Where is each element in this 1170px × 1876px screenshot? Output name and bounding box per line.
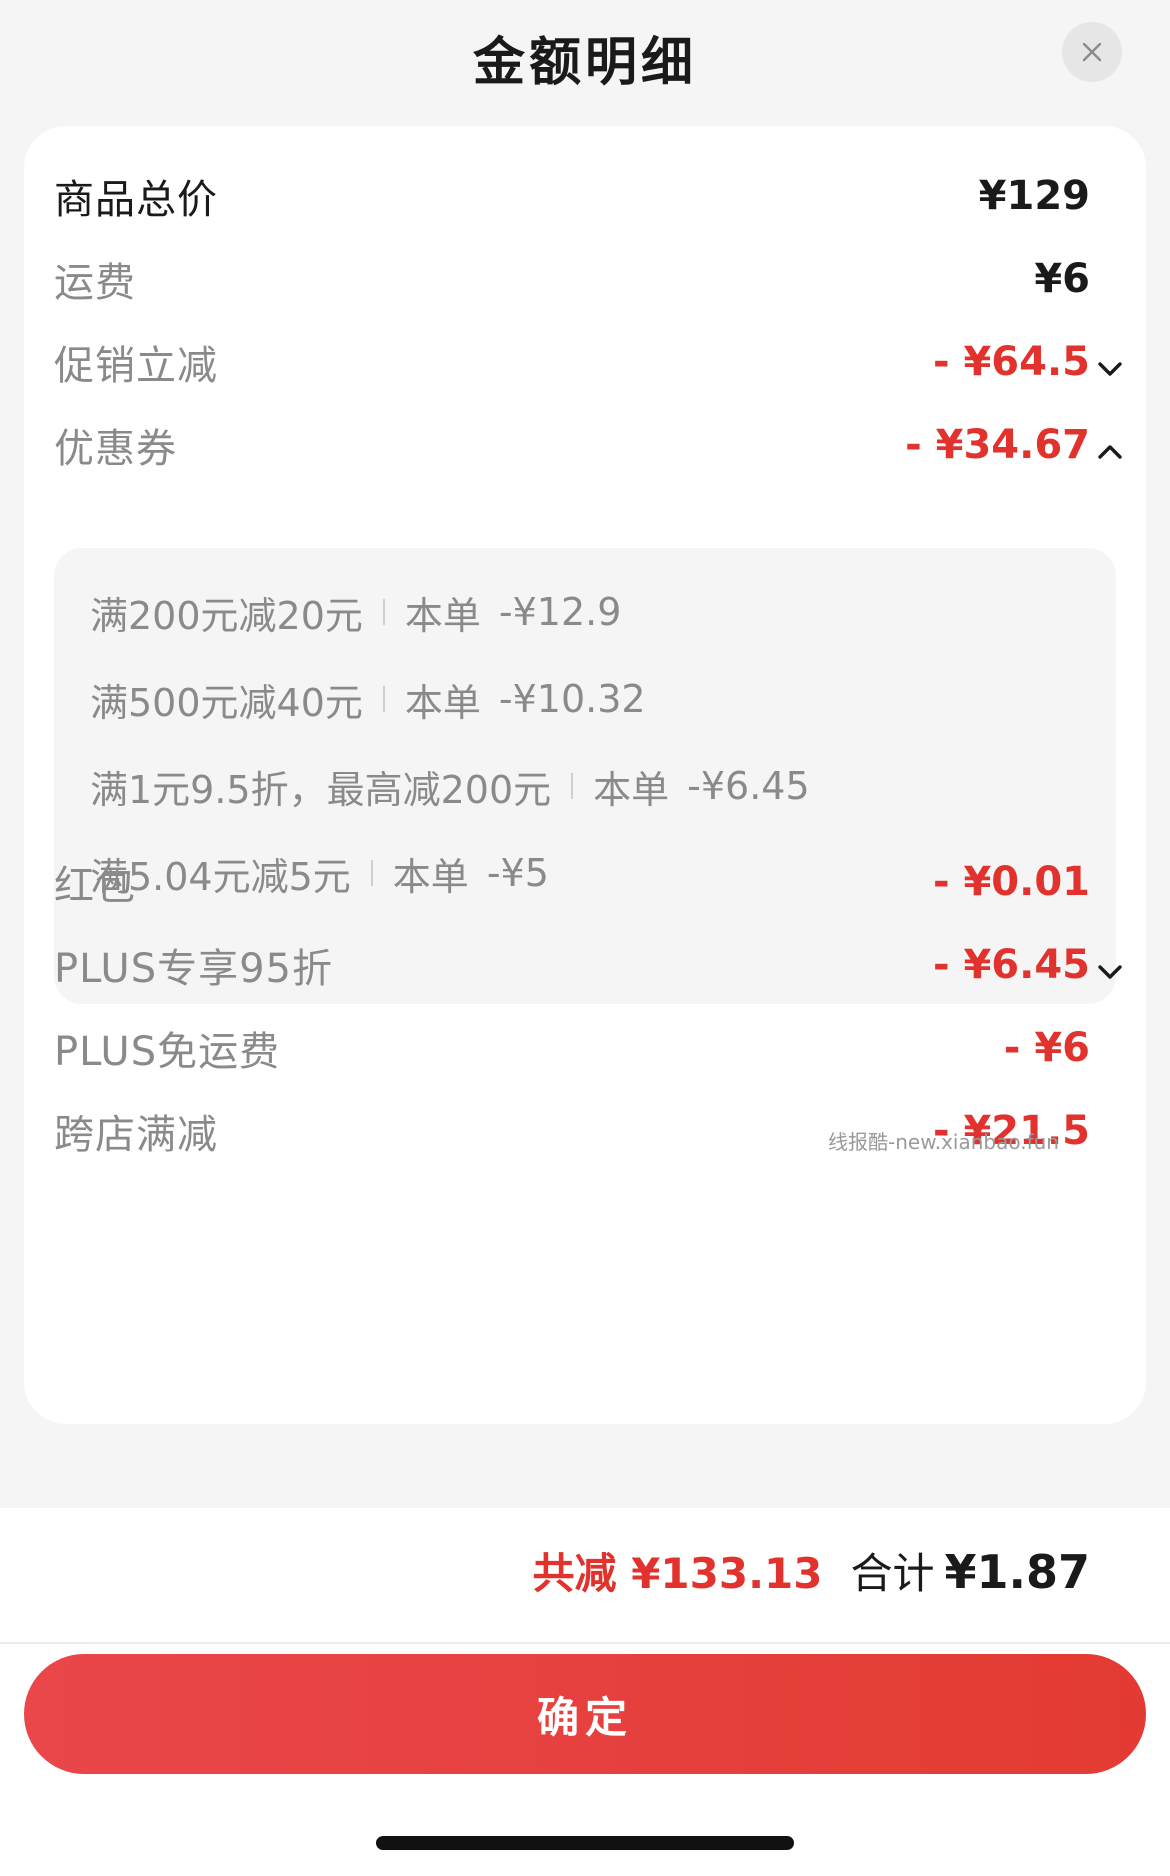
chevron-down-icon[interactable]: [1090, 952, 1130, 992]
plus-discount-amount: - ¥6.45: [932, 942, 1090, 988]
coupon-order-label: 本单: [593, 767, 670, 812]
promo-value: - ¥64.5: [932, 339, 1122, 385]
coupon-rule: 满200元减20元: [90, 593, 363, 638]
coupon-amount: -¥10.32: [498, 677, 646, 721]
close-icon: [1082, 42, 1102, 62]
chevron-down-icon[interactable]: [1090, 349, 1130, 389]
row-plus-discount[interactable]: PLUS专享95折 - ¥6.45: [54, 935, 1122, 995]
red-packet-value: - ¥0.01: [932, 859, 1090, 905]
goods-total-label: 商品总价: [54, 177, 218, 223]
total-saved: 共减 ¥133.13: [532, 1549, 823, 1598]
plus-shipping-label: PLUS免运费: [54, 1029, 281, 1075]
coupon-amount: -¥6.45: [687, 764, 810, 808]
row-coupon[interactable]: 优惠券 - ¥34.67: [54, 415, 1122, 475]
goods-total-value: ¥129: [978, 173, 1090, 219]
coupon-rule: 满500元减40元: [90, 680, 363, 725]
plus-discount-label: PLUS专享95折: [54, 946, 333, 992]
coupon-item: 满500元减40元 本单 -¥10.32: [90, 671, 646, 727]
home-indicator: [376, 1836, 794, 1850]
shipping-label: 运费: [54, 260, 136, 306]
summary-bar: 共减 ¥133.13 合计 ¥1.87: [0, 1508, 1170, 1644]
row-promo[interactable]: 促销立减 - ¥64.5: [54, 332, 1122, 392]
summary: 共减 ¥133.13 合计 ¥1.87: [533, 1540, 1090, 1601]
close-button[interactable]: [1062, 22, 1122, 82]
coupon-order-label: 本单: [404, 680, 481, 725]
total-value: ¥1.87: [944, 1545, 1090, 1599]
coupon-value: - ¥34.67: [905, 422, 1122, 468]
amount-detail-sheet: 金额明细 商品总价 ¥129 运费 ¥6 促销立减 - ¥64.5 优惠券 - …: [0, 0, 1170, 1876]
plus-discount-value: - ¥6.45: [932, 942, 1122, 988]
sheet-title: 金额明细: [472, 33, 697, 93]
coupon-order-label: 本单: [404, 593, 481, 638]
coupon-label: 优惠券: [54, 426, 177, 472]
row-red-packet: 红包 - ¥0.01: [54, 852, 1090, 912]
total-label: 合计: [850, 1549, 935, 1598]
coupon-item: 满200元减20元 本单 -¥12.9: [90, 584, 621, 640]
coupon-divider: [382, 599, 385, 625]
confirm-button[interactable]: 确定: [24, 1654, 1146, 1774]
coupon-divider: [571, 773, 574, 799]
promo-amount: - ¥64.5: [932, 339, 1090, 385]
coupon-amount: -¥12.9: [498, 590, 622, 634]
row-plus-shipping: PLUS免运费 - ¥6: [54, 1018, 1090, 1078]
plus-shipping-value: - ¥6: [1003, 1025, 1090, 1071]
coupon-amount: - ¥34.67: [905, 422, 1090, 468]
chevron-up-icon[interactable]: [1090, 432, 1130, 472]
coupon-rule: 满1元9.5折，最高减200元: [90, 767, 552, 812]
amount-card: 商品总价 ¥129 运费 ¥6 促销立减 - ¥64.5 优惠券 - ¥34.6…: [24, 126, 1146, 1424]
sheet-header: 金额明细: [0, 0, 1170, 125]
cross-store-label: 跨店满减: [54, 1112, 218, 1158]
row-shipping: 运费 ¥6: [54, 249, 1090, 309]
watermark-text: 线报酷-new.xianbao.fun: [828, 1130, 1059, 1154]
shipping-value: ¥6: [1034, 256, 1090, 302]
row-goods-total: 商品总价 ¥129: [54, 166, 1090, 226]
coupon-divider: [382, 686, 385, 712]
coupon-item: 满1元9.5折，最高减200元 本单 -¥6.45: [90, 758, 810, 814]
promo-label: 促销立减: [54, 343, 218, 389]
red-packet-label: 红包: [54, 863, 136, 909]
